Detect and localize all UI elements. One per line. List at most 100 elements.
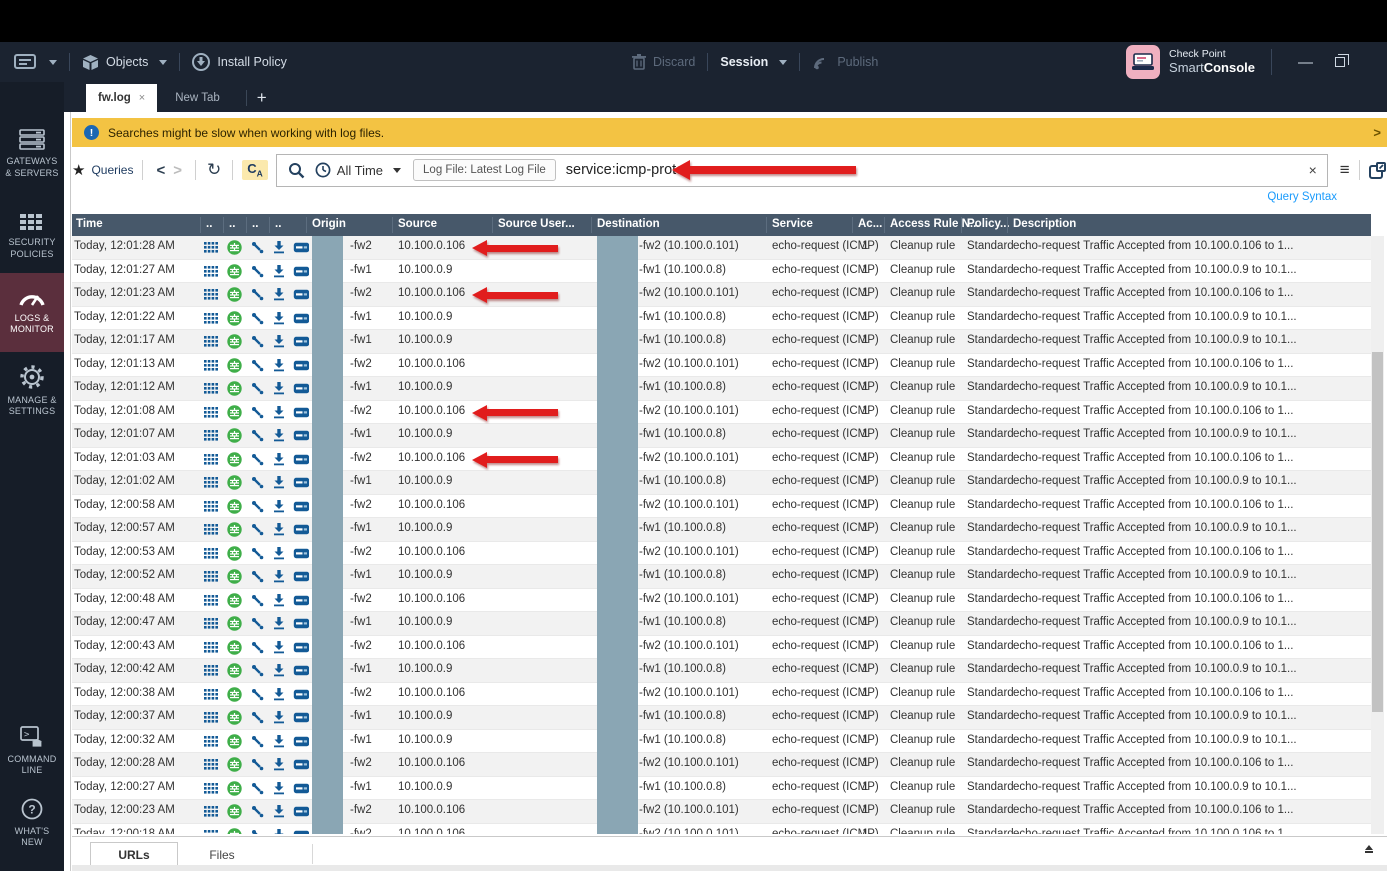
download-icon[interactable] (271, 311, 287, 326)
minimize-button[interactable]: — (1298, 54, 1313, 71)
column-header-time[interactable]: Time (76, 218, 103, 230)
card-icon[interactable] (293, 522, 309, 537)
grid-icon[interactable] (203, 616, 219, 631)
firewall-log-icon[interactable] (226, 616, 242, 631)
grid-icon[interactable] (203, 428, 219, 443)
sidebar-item-gateways-servers[interactable]: GATEWAYS& SERVERS (0, 118, 64, 190)
download-icon[interactable] (271, 358, 287, 373)
column-header-description[interactable]: Description (1013, 218, 1076, 230)
grid-icon[interactable] (203, 381, 219, 396)
connection-icon[interactable] (249, 734, 265, 749)
log-row[interactable]: Today, 12:00:53 AM -fw2 10.100.0.106 -fw… (72, 542, 1371, 566)
download-icon[interactable] (271, 287, 287, 302)
tab-close-icon[interactable]: × (139, 92, 145, 104)
grid-icon[interactable] (203, 569, 219, 584)
grid-icon[interactable] (203, 287, 219, 302)
log-row[interactable]: Today, 12:00:27 AM -fw1 10.100.0.9 -fw1 … (72, 777, 1371, 801)
download-icon[interactable] (271, 616, 287, 631)
grid-icon[interactable] (203, 640, 219, 655)
connection-icon[interactable] (249, 240, 265, 255)
tab-urls[interactable]: URLs (90, 842, 178, 867)
log-row[interactable]: Today, 12:00:38 AM -fw2 10.100.0.106 -fw… (72, 683, 1371, 707)
column-header-source-user[interactable]: Source User... (498, 218, 575, 230)
log-row[interactable]: Today, 12:00:37 AM -fw1 10.100.0.9 -fw1 … (72, 706, 1371, 730)
query-syntax-link[interactable]: Query Syntax (1267, 191, 1337, 203)
column-header-icon3[interactable]: .. (252, 218, 258, 230)
sidebar-item-manage-settings[interactable]: MANAGE &SETTINGS (0, 358, 64, 424)
connection-icon[interactable] (249, 546, 265, 561)
grid-icon[interactable] (203, 757, 219, 772)
log-row[interactable]: Today, 12:01:03 AM -fw2 10.100.0.106 -fw… (72, 448, 1371, 472)
column-header-destination[interactable]: Destination (597, 218, 660, 230)
column-header-origin[interactable]: Origin (312, 218, 346, 230)
grid-icon[interactable] (203, 499, 219, 514)
card-icon[interactable] (293, 804, 309, 819)
connection-icon[interactable] (249, 452, 265, 467)
connection-icon[interactable] (249, 781, 265, 796)
firewall-log-icon[interactable] (226, 287, 242, 302)
grid-icon[interactable] (203, 828, 219, 835)
card-icon[interactable] (293, 546, 309, 561)
download-icon[interactable] (271, 499, 287, 514)
log-row[interactable]: Today, 12:00:52 AM -fw1 10.100.0.9 -fw1 … (72, 565, 1371, 589)
card-icon[interactable] (293, 287, 309, 302)
collapse-panel-button[interactable] (1365, 845, 1373, 853)
restore-button[interactable] (1335, 54, 1345, 71)
connection-icon[interactable] (249, 428, 265, 443)
card-icon[interactable] (293, 663, 309, 678)
card-icon[interactable] (293, 311, 309, 326)
grid-icon[interactable] (203, 734, 219, 749)
refresh-button[interactable]: ↻ (205, 160, 223, 180)
log-row[interactable]: Today, 12:01:02 AM -fw1 10.100.0.9 -fw1 … (72, 471, 1371, 495)
grid-icon[interactable] (203, 593, 219, 608)
download-icon[interactable] (271, 546, 287, 561)
card-icon[interactable] (293, 734, 309, 749)
download-icon[interactable] (271, 522, 287, 537)
download-icon[interactable] (271, 757, 287, 772)
column-header-icon2[interactable]: .. (229, 218, 235, 230)
objects-button[interactable]: Objects (82, 54, 167, 71)
connection-icon[interactable] (249, 334, 265, 349)
card-icon[interactable] (293, 569, 309, 584)
log-row[interactable]: Today, 12:00:48 AM -fw2 10.100.0.106 -fw… (72, 589, 1371, 613)
column-header-icon4[interactable]: .. (275, 218, 281, 230)
connection-icon[interactable] (249, 828, 265, 835)
log-row[interactable]: Today, 12:00:23 AM -fw2 10.100.0.106 -fw… (72, 800, 1371, 824)
grid-icon[interactable] (203, 522, 219, 537)
firewall-log-icon[interactable] (226, 640, 242, 655)
grid-icon[interactable] (203, 334, 219, 349)
grid-icon[interactable] (203, 452, 219, 467)
tab-new-tab[interactable]: New Tab (163, 84, 232, 112)
firewall-log-icon[interactable] (226, 593, 242, 608)
download-icon[interactable] (271, 264, 287, 279)
tab-files[interactable]: Files (178, 842, 266, 867)
connection-icon[interactable] (249, 499, 265, 514)
clear-query-icon[interactable]: × (1309, 162, 1317, 178)
log-row[interactable]: Today, 12:00:42 AM -fw1 10.100.0.9 -fw1 … (72, 659, 1371, 683)
firewall-log-icon[interactable] (226, 240, 242, 255)
log-row[interactable]: Today, 12:00:57 AM -fw1 10.100.0.9 -fw1 … (72, 518, 1371, 542)
log-row[interactable]: Today, 12:01:12 AM -fw1 10.100.0.9 -fw1 … (72, 377, 1371, 401)
sidebar-item-logs-monitor[interactable]: LOGS &MONITOR (0, 273, 64, 352)
connection-icon[interactable] (249, 358, 265, 373)
column-header-source[interactable]: Source (398, 218, 437, 230)
firewall-log-icon[interactable] (226, 428, 242, 443)
card-icon[interactable] (293, 240, 309, 255)
connection-icon[interactable] (249, 640, 265, 655)
download-icon[interactable] (271, 663, 287, 678)
grid-icon[interactable] (203, 264, 219, 279)
card-icon[interactable] (293, 828, 309, 835)
firewall-log-icon[interactable] (226, 452, 242, 467)
connection-icon[interactable] (249, 593, 265, 608)
log-file-chip[interactable]: Log File: Latest Log File (413, 159, 556, 181)
column-header-icon1[interactable]: .. (206, 218, 212, 230)
log-row[interactable]: Today, 12:01:17 AM -fw1 10.100.0.9 -fw1 … (72, 330, 1371, 354)
firewall-log-icon[interactable] (226, 757, 242, 772)
sidebar-item-whats-new[interactable]: ? WHAT'SNEW (0, 794, 64, 852)
connection-icon[interactable] (249, 405, 265, 420)
firewall-log-icon[interactable] (226, 334, 242, 349)
connection-icon[interactable] (249, 475, 265, 490)
add-tab-button[interactable]: + (257, 88, 267, 108)
discard-button[interactable]: Discard (632, 54, 695, 70)
grid-icon[interactable] (203, 663, 219, 678)
